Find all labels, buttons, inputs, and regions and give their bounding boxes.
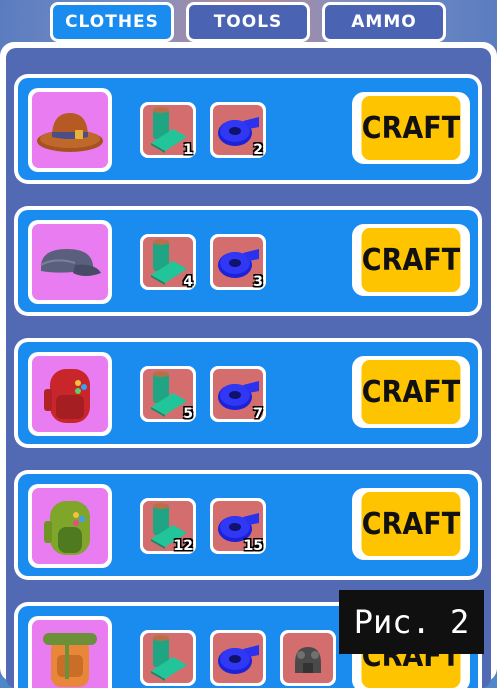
resource-slot: 7 [210, 366, 266, 422]
resource-count: 2 [253, 142, 263, 158]
resource-slot: 12 [140, 498, 196, 554]
craft-button-label: CRAFT [361, 96, 461, 160]
resource-count: 4 [183, 274, 193, 290]
hat-icon [37, 113, 103, 152]
craft-button-label: CRAFT [361, 492, 461, 556]
resource-slot [280, 630, 336, 686]
item-slot [28, 88, 112, 172]
fabric-roll-icon [151, 635, 187, 681]
green-backpack-icon [44, 501, 90, 555]
resource-slot: 1 [140, 102, 196, 158]
item-slot [28, 616, 112, 688]
recipe-row: 4 3 CRAFT [14, 206, 482, 316]
resource-slot [140, 630, 196, 686]
resource-slot: 15 [210, 498, 266, 554]
resource-count: 12 [173, 538, 193, 554]
figure-caption: Рис. 2 [339, 590, 484, 654]
resource-count: 5 [183, 406, 193, 422]
red-backpack-icon [44, 369, 90, 423]
resource-count: 1 [183, 142, 193, 158]
craft-button[interactable]: CRAFT [352, 356, 470, 428]
tab-tools[interactable]: TOOLS [186, 2, 310, 42]
travel-backpack-icon [43, 633, 97, 687]
item-slot [28, 484, 112, 568]
resource-slot: 3 [210, 234, 266, 290]
tape-roll-icon [218, 645, 259, 674]
tab-ammo[interactable]: AMMO [322, 2, 446, 42]
resource-count: 15 [243, 538, 263, 554]
recipe-row: 5 7 CRAFT [14, 338, 482, 448]
resource-count: 3 [253, 274, 263, 290]
resource-count: 7 [253, 406, 263, 422]
craft-button[interactable]: CRAFT [352, 488, 470, 560]
metal-part-icon [295, 647, 321, 673]
resource-slot: 5 [140, 366, 196, 422]
resource-slot [210, 630, 266, 686]
recipe-row: 12 15 CRAFT [14, 470, 482, 580]
item-slot [28, 220, 112, 304]
tab-clothes[interactable]: CLOTHES [50, 2, 174, 42]
item-slot [28, 352, 112, 436]
craft-button-label: CRAFT [361, 228, 461, 292]
craft-button[interactable]: CRAFT [352, 92, 470, 164]
recipe-row: 1 2 CRAFT [14, 74, 482, 184]
crafting-panel: 1 2 CRAFT 4 3 CRAFT 5 7 CRAFT 12 15 CRAF… [0, 42, 497, 688]
resource-slot: 2 [210, 102, 266, 158]
craft-button[interactable]: CRAFT [352, 224, 470, 296]
craft-button-label: CRAFT [361, 360, 461, 424]
cap-icon [40, 249, 101, 276]
resource-slot: 4 [140, 234, 196, 290]
